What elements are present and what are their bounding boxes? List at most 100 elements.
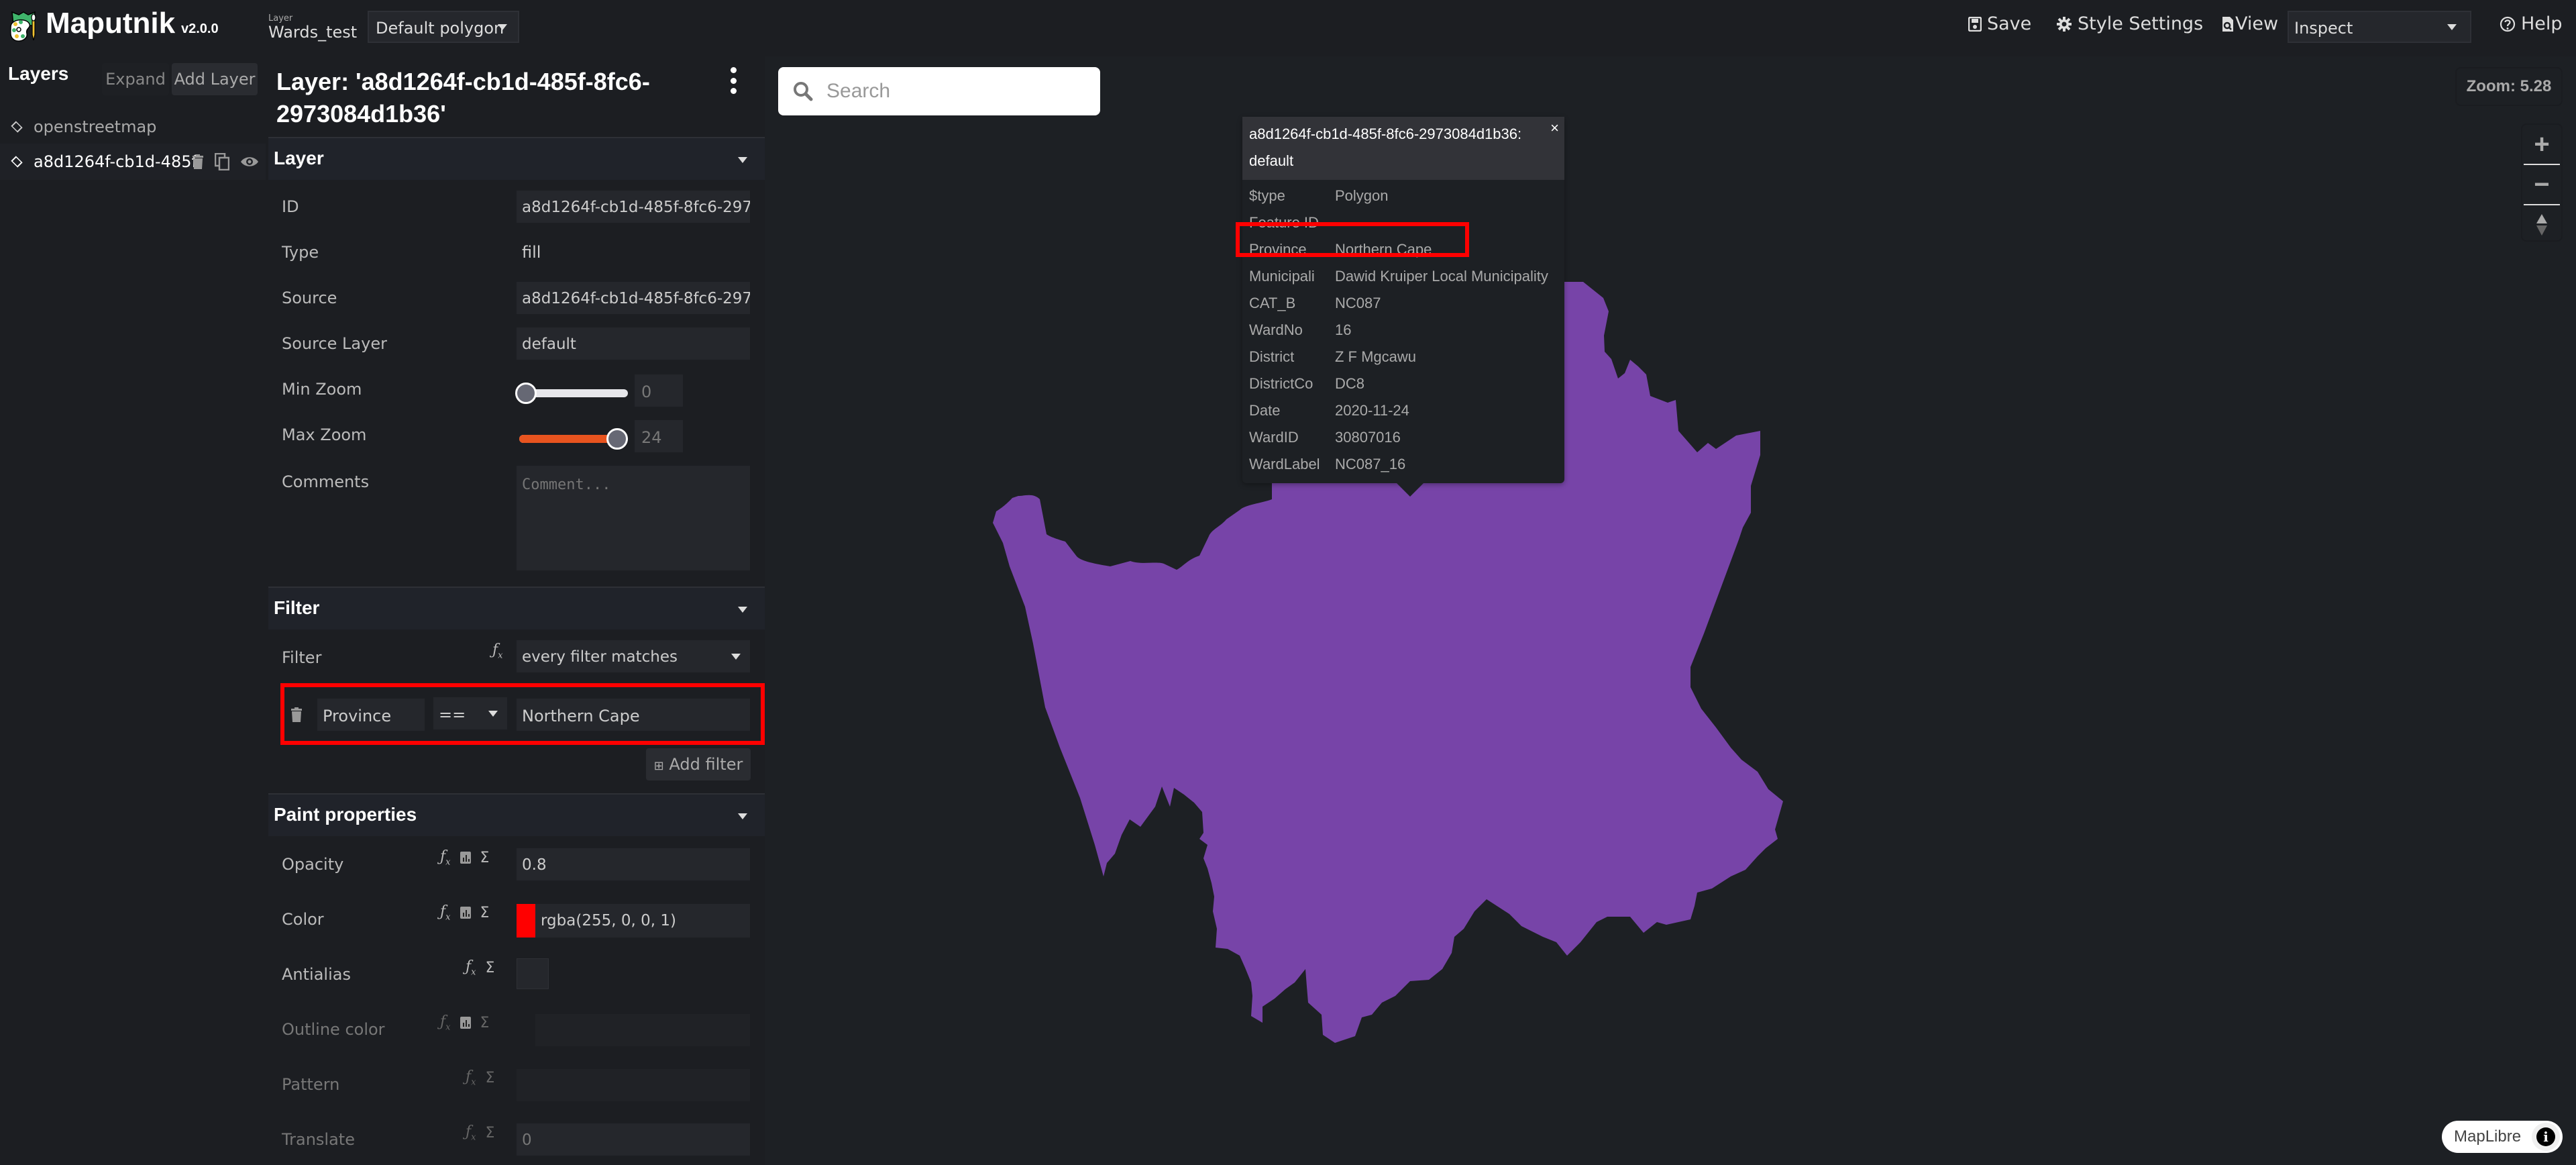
current-layer-caption: Layer [268,13,293,23]
min-zoom-slider-handle[interactable] [515,383,537,404]
source-layer-input[interactable]: default [517,327,750,360]
layer-editor-title: Layer: 'a8d1264f-cb1d-485f-8fc6-2973084d… [276,68,650,128]
function-fx-icon[interactable]: ƒx [492,642,503,660]
layer-type-icon [11,121,23,133]
add-layer-button[interactable]: Add Layer [172,63,258,95]
reset-bearing-button[interactable] [2522,205,2561,244]
translate-input[interactable]: 0 [517,1123,750,1156]
map-canvas[interactable]: Search a8d1264f-cb1d-485f-8fc6-2973084d1… [765,56,2576,1165]
zoom-in-button[interactable]: + [2522,125,2561,164]
min-zoom-slider[interactable] [515,383,628,404]
source-input[interactable]: a8d1264f-cb1d-485f-8fc6-2973084d1b36 [517,282,750,314]
function-fx-icon[interactable]: ƒx [466,1123,476,1142]
id-input[interactable]: a8d1264f-cb1d-485f-8fc6-2973084d1b36 [517,191,750,223]
expand-button[interactable]: Expand [102,63,169,95]
data-driven-chart-icon[interactable] [460,852,471,864]
view-select[interactable]: Inspect [2288,11,2471,43]
function-fx-icon[interactable]: ƒx [440,848,451,867]
save-button[interactable]: Save [1968,13,2031,34]
duplicate-icon[interactable] [215,153,229,170]
delete-filter-icon[interactable] [291,707,302,722]
expression-sigma-icon[interactable]: Σ [486,960,495,976]
filter-value-input[interactable]: Northern Cape [517,699,750,731]
filter-key-input[interactable]: Province [317,699,425,731]
filter-mode-value: every filter matches [522,648,678,666]
zoom-out-button[interactable]: − [2522,165,2561,204]
antialias-function-buttons: ƒx Σ [466,958,494,977]
data-driven-chart-icon[interactable] [460,1017,471,1029]
filter-label: Filter [282,648,322,667]
type-label: Type [282,243,319,262]
chevron-down-icon [2447,24,2457,30]
style-settings-button[interactable]: Style Settings [2056,13,2203,34]
layer-item-selected[interactable]: a8d1264f-cb1d-485f- [0,144,266,180]
popup-province-highlight [1236,222,1469,257]
property-key: WardID [1249,429,1299,446]
translate-label: Translate [282,1130,355,1149]
min-zoom-input[interactable]: 0 [635,374,683,407]
property-key: DistrictCo [1249,375,1313,392]
info-icon[interactable]: i [2532,1123,2560,1151]
max-zoom-slider[interactable] [519,428,628,450]
source-layer-label: Source Layer [282,334,387,353]
search-placeholder: Search [826,80,891,102]
add-filter-label: Add filter [669,755,743,774]
section-paint-header[interactable]: Paint properties [268,793,765,836]
help-button[interactable]: Help [2500,13,2563,34]
layer-item-actions [192,153,259,170]
comments-textarea[interactable] [517,466,750,570]
add-filter-icon: ⊞ [653,759,664,773]
color-input[interactable]: rgba(255, 0, 0, 1) [535,904,750,938]
delete-icon[interactable] [192,154,204,170]
property-value: Dawid Kruiper Local Municipality [1335,268,1548,285]
expression-sigma-icon[interactable]: Σ [480,905,490,921]
expression-sigma-icon[interactable]: Σ [480,850,490,866]
section-title: Filter [274,597,320,618]
max-zoom-input[interactable]: 24 [635,420,683,452]
outline-color-input[interactable] [535,1014,750,1046]
max-zoom-label: Max Zoom [282,425,367,444]
section-layer-header[interactable]: Layer [268,137,765,180]
close-icon[interactable]: × [1550,119,1559,137]
data-driven-chart-icon[interactable] [460,907,471,919]
chevron-down-icon [738,813,747,819]
layer-item-openstreetmap[interactable]: openstreetmap [0,109,266,145]
more-options-icon[interactable] [729,67,738,94]
expression-sigma-icon[interactable]: Σ [486,1070,495,1086]
attribution-control[interactable]: MapLibre i [2442,1121,2563,1153]
filter-mode-select[interactable]: every filter matches [517,640,750,672]
expression-sigma-icon[interactable]: Σ [486,1125,495,1142]
opacity-label: Opacity [282,855,344,874]
pattern-input[interactable] [517,1069,750,1101]
popup-property-row: Municipali Dawid Kruiper Local Municipali… [1242,263,1564,290]
expression-sigma-icon[interactable]: Σ [480,1015,490,1031]
save-icon [1968,16,1982,32]
opacity-function-buttons: ƒx Σ [440,848,489,867]
property-value: 30807016 [1335,429,1401,446]
chevron-down-icon [498,24,507,30]
property-key: Municipali [1249,268,1315,285]
max-zoom-slider-handle[interactable] [606,428,628,450]
function-fx-icon[interactable]: ƒx [466,1068,476,1087]
function-fx-icon[interactable]: ƒx [440,1013,451,1032]
id-label: ID [282,197,299,216]
filter-expression-toggle[interactable]: ƒx [492,642,503,660]
antialias-checkbox[interactable] [517,958,549,989]
style-select[interactable]: Default polygon [368,11,519,43]
type-value: fill [522,243,541,262]
view-label: View [2235,13,2279,34]
filter-operator-select[interactable]: == [433,697,507,729]
section-filter-header[interactable]: Filter [268,587,765,629]
layer-type-icon [11,156,23,168]
visibility-eye-icon[interactable] [240,156,259,168]
opacity-input[interactable]: 0.8 [517,848,750,880]
search-box[interactable]: Search [778,67,1100,115]
source-label: Source [282,289,337,307]
map-polygon-layer [993,282,1783,1043]
color-swatch[interactable] [517,904,535,938]
popup-property-row: WardNo 16 [1242,317,1564,344]
add-filter-button[interactable]: ⊞ Add filter [646,748,751,780]
popup-header: a8d1264f-cb1d-485f-8fc6-2973084d1b36: de… [1242,117,1564,180]
function-fx-icon[interactable]: ƒx [466,958,476,977]
function-fx-icon[interactable]: ƒx [440,903,451,922]
